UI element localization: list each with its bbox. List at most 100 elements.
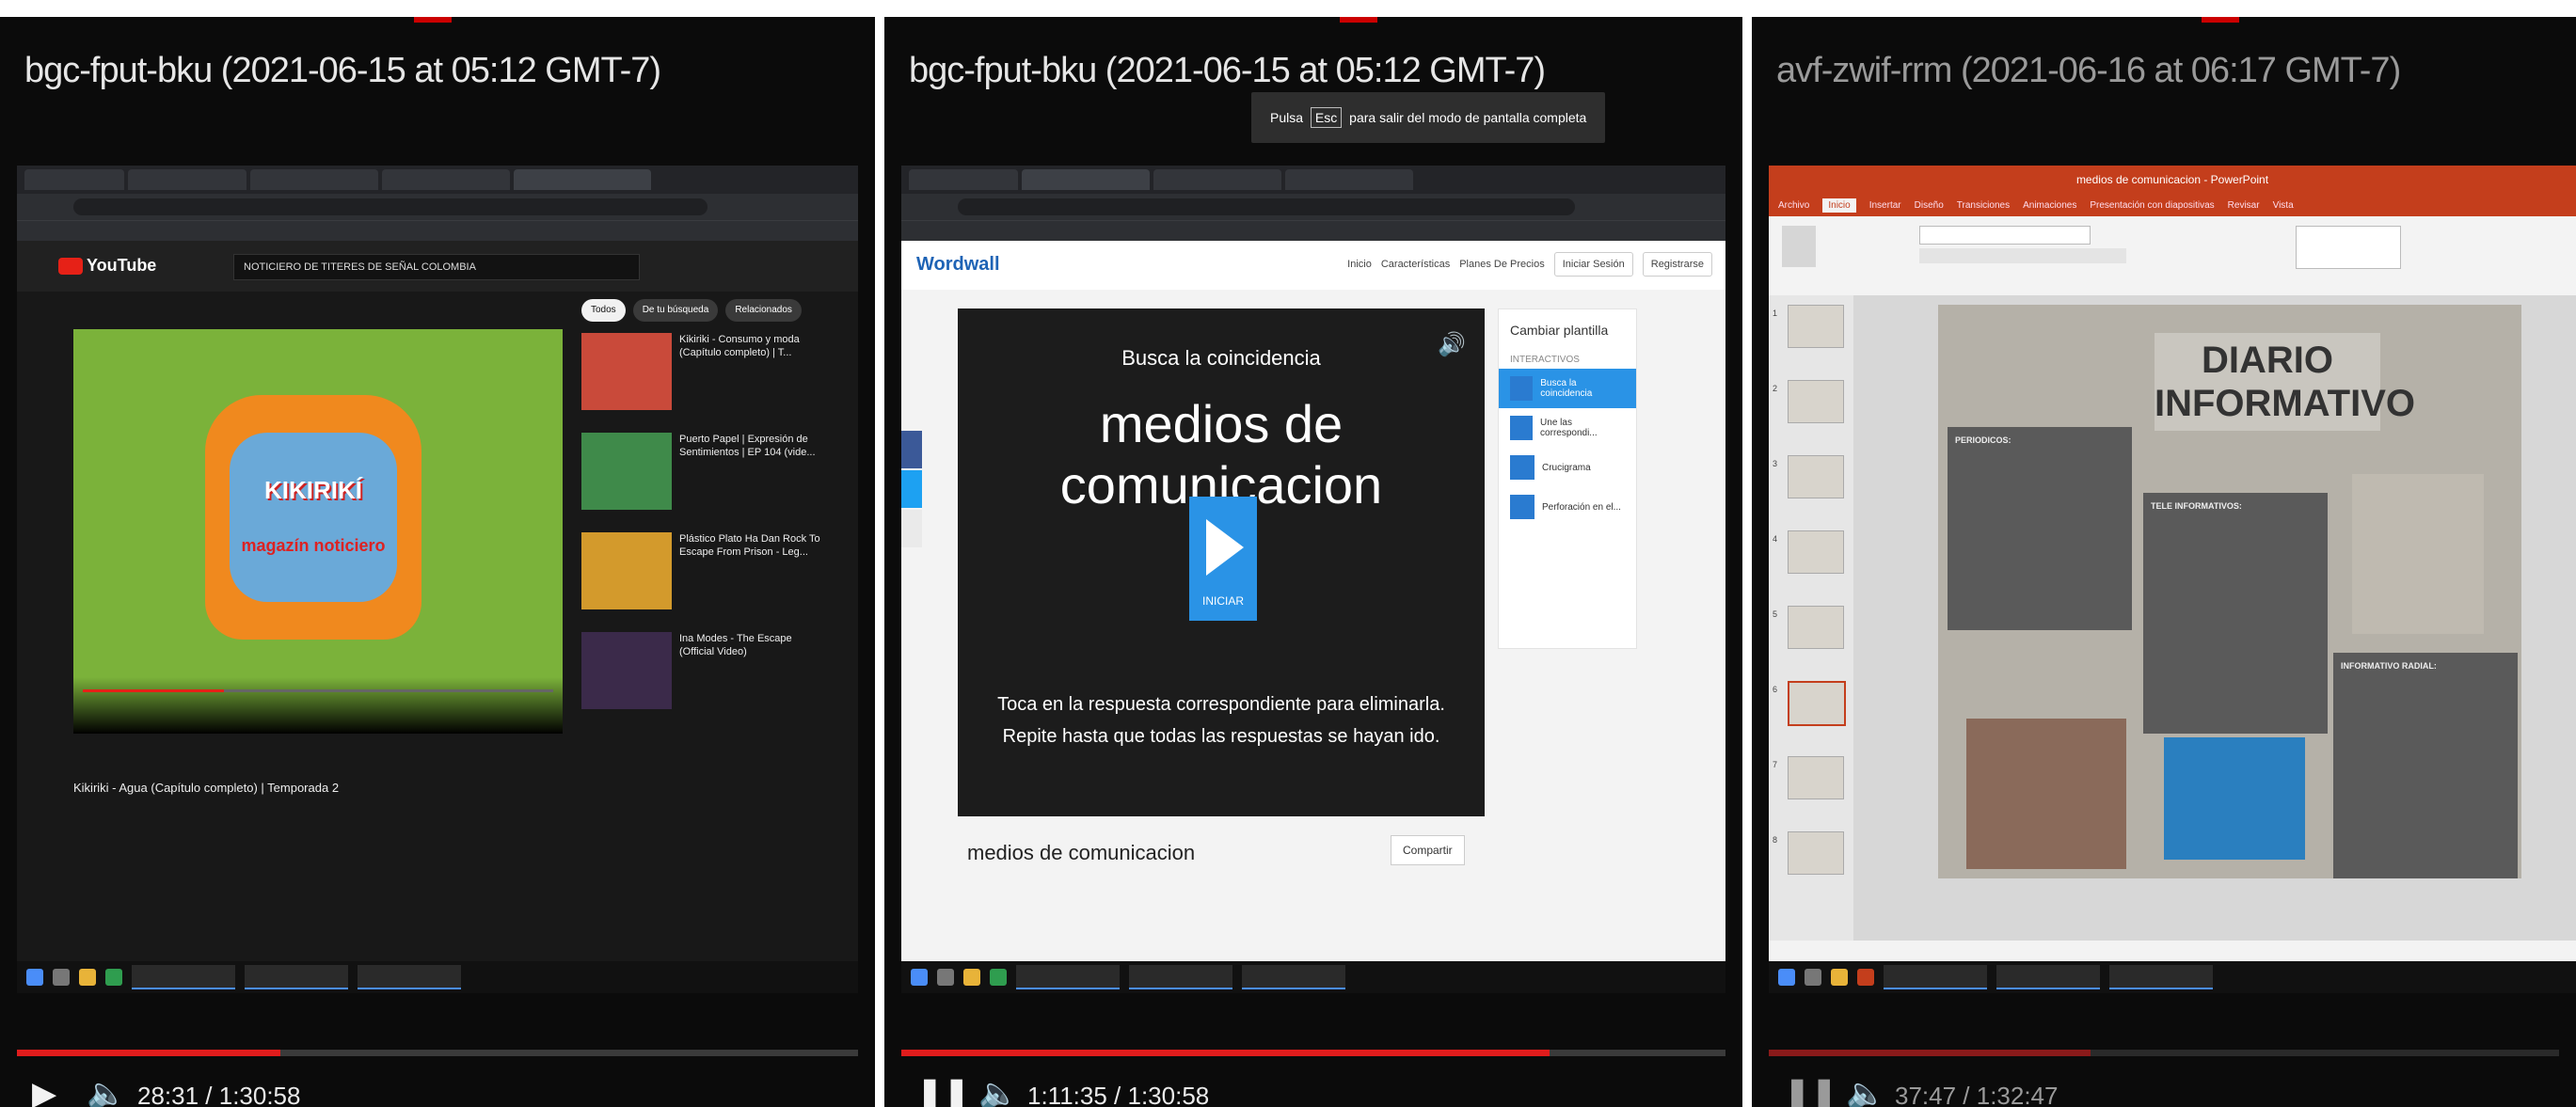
folder-icon[interactable] (79, 969, 96, 986)
volume-icon[interactable]: 🔈 (87, 1078, 126, 1107)
browser-tab[interactable] (382, 169, 510, 190)
slide-thumb-selected[interactable] (1788, 681, 1846, 726)
os-taskbar (901, 961, 1725, 993)
start-button[interactable]: INICIAR (1189, 497, 1257, 621)
youtube-logo[interactable]: YouTube (58, 256, 156, 276)
register-button[interactable]: Registrarse (1642, 252, 1712, 277)
facebook-share-icon[interactable] (901, 431, 922, 468)
chip-all[interactable]: Todos (581, 299, 626, 322)
url-field[interactable] (73, 198, 708, 215)
recording-progress-track[interactable] (901, 1050, 1725, 1056)
tv-news-textbox[interactable]: TELE INFORMATIVOS: (2143, 493, 2328, 734)
browser-tab-active[interactable] (1022, 169, 1150, 190)
paste-button[interactable] (1782, 226, 1816, 267)
nav-pricing[interactable]: Planes De Precios (1459, 259, 1545, 270)
browser-tab[interactable] (128, 169, 246, 190)
recommendation-item[interactable]: Plástico Plato Ha Dan Rock To Escape Fro… (581, 532, 826, 626)
folder-icon[interactable] (963, 969, 980, 986)
taskbar-app[interactable] (245, 965, 348, 989)
link-share-icon[interactable] (901, 510, 922, 547)
recommendation-item[interactable]: Ina Modes - The Escape (Official Video) (581, 632, 826, 726)
template-option[interactable]: Une las correspondi... (1499, 408, 1636, 448)
windows-icon[interactable] (26, 969, 43, 986)
ribbon-tab[interactable]: Archivo (1778, 200, 1809, 211)
twitter-share-icon[interactable] (901, 470, 922, 508)
pause-icon[interactable]: ❚❚ (1784, 1078, 1837, 1107)
browser-tab[interactable] (1285, 169, 1413, 190)
chrome-icon[interactable] (105, 969, 122, 986)
volume-icon[interactable]: 🔈 (1846, 1078, 1885, 1107)
slide-thumb[interactable] (1788, 305, 1844, 348)
browser-tab[interactable] (909, 169, 1018, 190)
ribbon-tab-active[interactable]: Inicio (1822, 198, 1856, 213)
powerpoint-icon[interactable] (1857, 969, 1874, 986)
slide-thumb[interactable] (1788, 756, 1844, 799)
taskbar-app[interactable] (1242, 965, 1345, 989)
status-bar (1769, 941, 2576, 961)
ribbon-tab[interactable]: Transiciones (1957, 200, 2010, 211)
radio-news-textbox[interactable]: INFORMATIVO RADIAL: (2333, 653, 2518, 878)
chip-related[interactable]: Relacionados (725, 299, 802, 322)
video-player[interactable]: KIKIRIKÍ magazín noticiero (73, 329, 563, 734)
recording-progress-track[interactable] (17, 1050, 858, 1056)
search-icon[interactable] (53, 969, 70, 986)
search-icon[interactable] (1805, 969, 1821, 986)
windows-icon[interactable] (911, 969, 928, 986)
ribbon-tab[interactable]: Insertar (1869, 200, 1901, 211)
video-title: Kikiriki - Agua (Capítulo completo) | Te… (73, 781, 340, 795)
screen-recording: medios de comunicacion - PowerPoint Arch… (1769, 166, 2576, 993)
volume-icon[interactable]: 🔈 (978, 1078, 1018, 1107)
newspapers-textbox[interactable]: PERIODICOS: (1948, 427, 2132, 630)
timecode: 37:47 / 1:32:47 (1895, 1082, 2059, 1107)
slide-thumb[interactable] (1788, 831, 1844, 875)
search-icon[interactable] (937, 969, 954, 986)
recommendation-item[interactable]: Puerto Papel | Expresión de Sentimientos… (581, 433, 826, 527)
font-select[interactable] (1919, 226, 2091, 245)
ribbon-tab[interactable]: Revisar (2228, 200, 2260, 211)
current-slide[interactable]: DIARIO INFORMATIVO PERIODICOS: TELE INFO… (1938, 305, 2521, 878)
taskbar-app[interactable] (358, 965, 461, 989)
template-option[interactable]: Busca la coincidencia (1499, 369, 1636, 408)
player-progress[interactable] (83, 689, 553, 692)
slide-thumb[interactable] (1788, 455, 1844, 498)
slide-thumb[interactable] (1788, 530, 1844, 574)
ribbon-tab[interactable]: Presentación con diapositivas (2090, 200, 2214, 211)
format-buttons[interactable] (1919, 248, 2126, 263)
youtube-logo-icon (58, 258, 83, 276)
share-button[interactable]: Compartir (1391, 835, 1465, 865)
shapes-gallery[interactable] (2296, 226, 2401, 269)
template-option[interactable]: Crucigrama (1499, 448, 1636, 487)
windows-icon[interactable] (1778, 969, 1795, 986)
nav-home[interactable]: Inicio (1347, 259, 1372, 270)
taskbar-app[interactable] (1129, 965, 1232, 989)
browser-tab[interactable] (1153, 169, 1281, 190)
template-icon (1510, 376, 1534, 401)
ribbon-tab[interactable]: Animaciones (2023, 200, 2076, 211)
pause-icon[interactable]: ❚❚ (916, 1078, 970, 1107)
browser-tab[interactable] (24, 169, 124, 190)
template-option[interactable]: Perforación en el... (1499, 487, 1636, 527)
ribbon-tab[interactable]: Diseño (1915, 200, 1944, 211)
folder-icon[interactable] (1831, 969, 1848, 986)
instructions: Toca en la respuesta correspondiente par… (958, 688, 1485, 752)
login-button[interactable]: Iniciar Sesión (1553, 252, 1633, 277)
taskbar-app[interactable] (2109, 965, 2213, 989)
taskbar-app[interactable] (1996, 965, 2100, 989)
ribbon-tab[interactable]: Vista (2273, 200, 2294, 211)
taskbar-app[interactable] (1884, 965, 1987, 989)
slide-thumb[interactable] (1788, 380, 1844, 423)
recording-progress-track[interactable] (1769, 1050, 2559, 1056)
chip-search[interactable]: De tu búsqueda (632, 299, 719, 322)
slide-thumb[interactable] (1788, 606, 1844, 649)
wordwall-logo[interactable]: Wordwall (916, 254, 1000, 276)
url-field[interactable] (958, 198, 1575, 215)
youtube-search-input[interactable]: NOTICIERO DE TITERES DE SEÑAL COLOMBIA (233, 254, 640, 280)
taskbar-app[interactable] (1016, 965, 1120, 989)
taskbar-app[interactable] (132, 965, 235, 989)
chrome-icon[interactable] (990, 969, 1007, 986)
recommendation-item[interactable]: Kikiriki - Consumo y moda (Capítulo comp… (581, 333, 826, 427)
browser-tab[interactable] (250, 169, 378, 190)
play-icon[interactable]: ▶ (32, 1078, 56, 1107)
browser-tab-active[interactable] (514, 169, 651, 190)
nav-features[interactable]: Características (1381, 259, 1450, 270)
